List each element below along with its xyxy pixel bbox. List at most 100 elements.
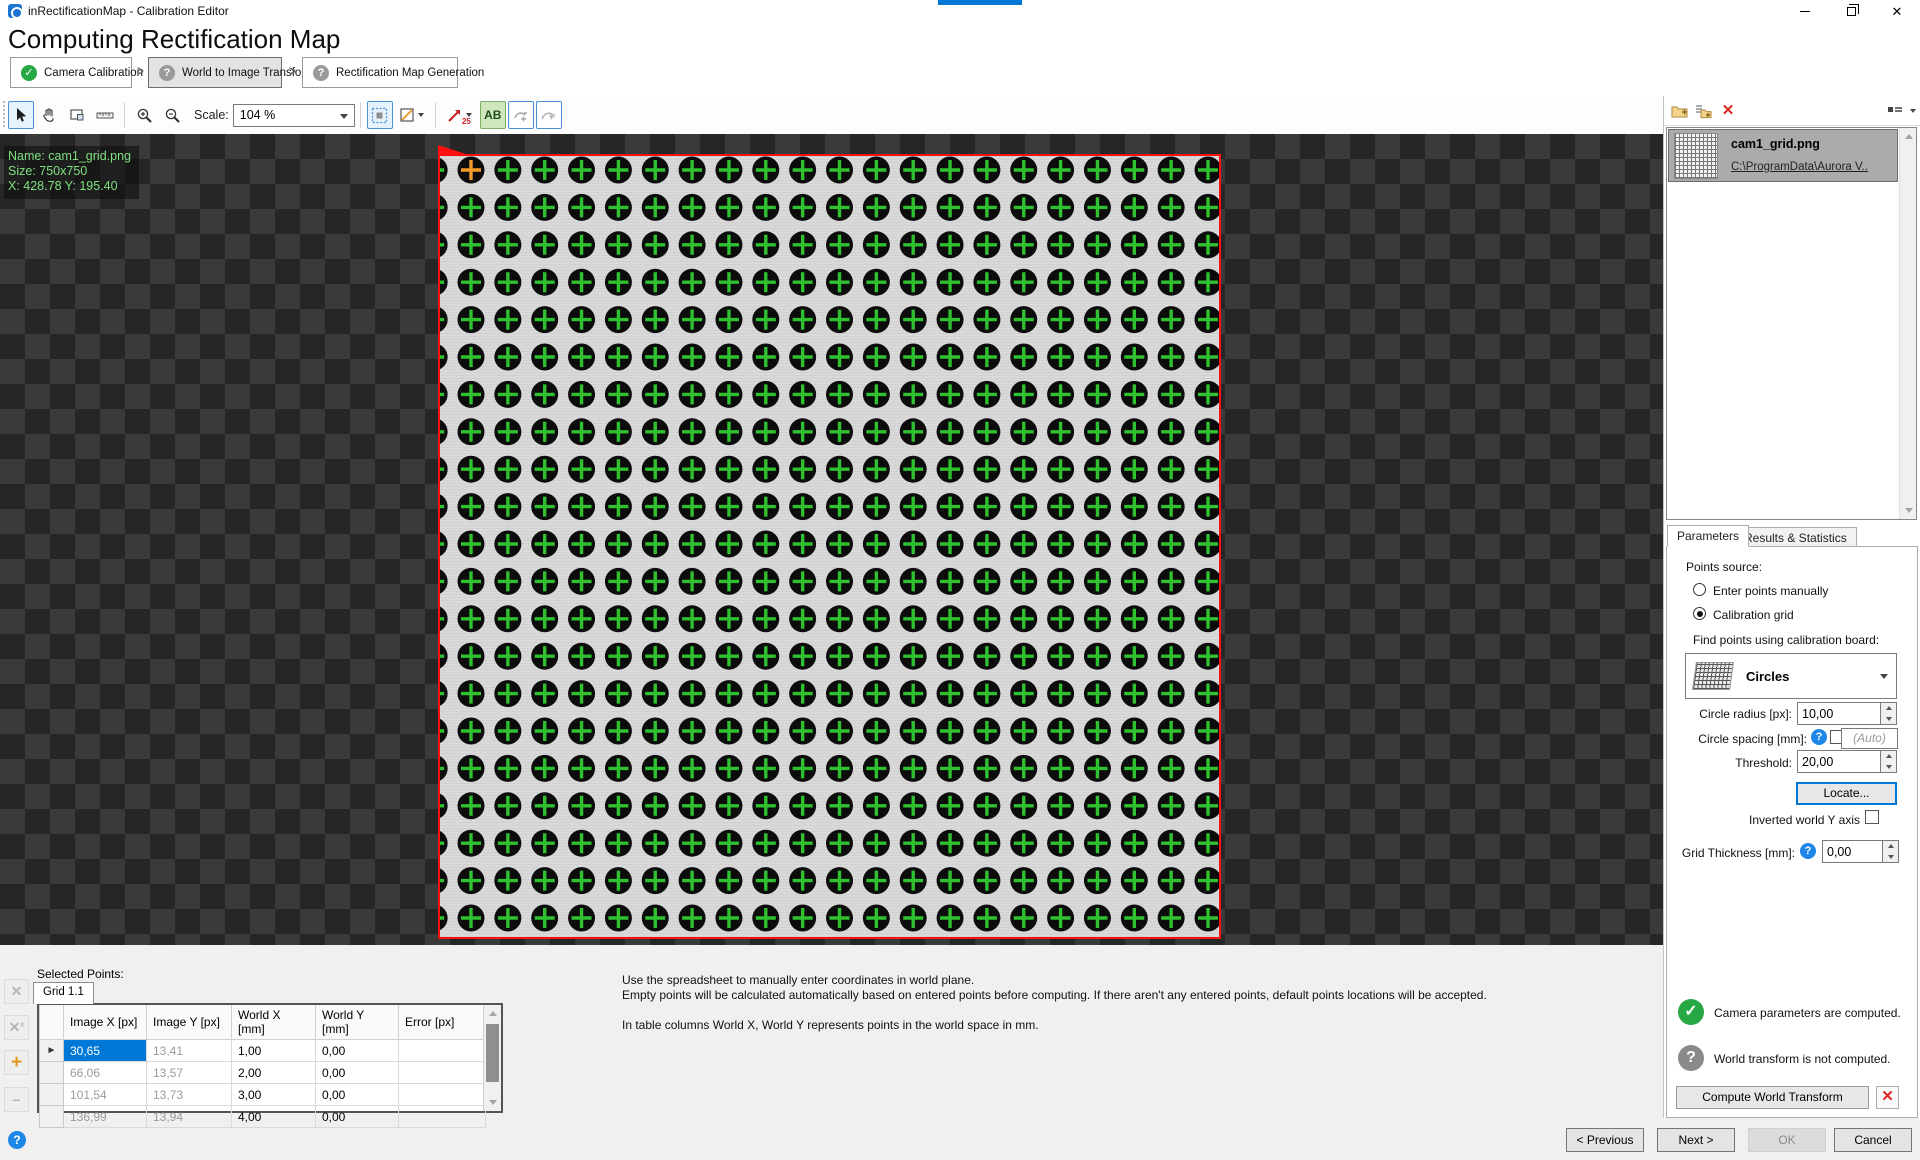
next-button[interactable]: Next >	[1657, 1128, 1735, 1152]
grid-thickness-help-icon[interactable]: ?	[1800, 843, 1816, 859]
image-file-list[interactable]: cam1_grid.png C:\ProgramData\Aurora V..	[1666, 127, 1917, 520]
col-world-y[interactable]: World Y [mm]	[316, 1005, 399, 1040]
table-scrollbar[interactable]	[483, 1005, 501, 1111]
remove-point-button[interactable]: −	[4, 1087, 29, 1112]
previous-button[interactable]: < Previous	[1566, 1128, 1644, 1152]
table-cell[interactable]: 101,54	[64, 1084, 147, 1106]
table-row[interactable]: ►30,6513,411,000,00	[40, 1040, 486, 1062]
table-cell[interactable]: 0,00	[316, 1084, 399, 1106]
file-list-scrollbar[interactable]	[1899, 128, 1916, 519]
zoom-out-icon	[164, 107, 181, 124]
edit-curve-button[interactable]	[536, 101, 562, 129]
delete-point-button[interactable]: ✕	[4, 979, 29, 1004]
zoom-in-button[interactable]	[131, 101, 157, 129]
spinner-buttons[interactable]	[1880, 702, 1897, 725]
col-world-x[interactable]: World X [mm]	[232, 1005, 316, 1040]
file-list-item-selected[interactable]: cam1_grid.png C:\ProgramData\Aurora V..	[1668, 129, 1898, 182]
angle-tool-button[interactable]: 25	[442, 101, 478, 129]
tab-rectification-map-generation[interactable]: ? Rectification Map Generation	[302, 57, 458, 88]
radio-enter-points-manually[interactable]	[1693, 583, 1706, 596]
add-curve-button[interactable]	[508, 101, 534, 129]
threshold-input[interactable]	[1797, 750, 1880, 773]
circle-spacing-auto-field[interactable]: (Auto)	[1841, 728, 1898, 749]
scroll-up-arrow[interactable]	[1900, 128, 1917, 145]
help-button[interactable]: ?	[8, 1131, 26, 1149]
table-cell[interactable]: 13,94	[147, 1106, 232, 1128]
table-cell[interactable]	[399, 1040, 486, 1062]
calibration-image[interactable]	[438, 154, 1221, 939]
scroll-thumb[interactable]	[486, 1024, 499, 1082]
table-cell[interactable]	[399, 1062, 486, 1084]
table-cell[interactable]: 0,00	[316, 1040, 399, 1062]
table-cell[interactable]: 30,65	[64, 1040, 147, 1062]
select-tool-button[interactable]	[8, 101, 34, 129]
board-type-combobox[interactable]: Circles	[1685, 653, 1897, 699]
table-cell[interactable]: 0,00	[316, 1106, 399, 1128]
grid-tab[interactable]: Grid 1.1	[33, 982, 94, 1004]
right-panel: ✕ cam1_grid.png C:\ProgramData\Aurora V.…	[1663, 96, 1920, 1118]
cancel-button[interactable]: Cancel	[1834, 1128, 1912, 1152]
row-header[interactable]: ►	[40, 1040, 64, 1062]
table-cell[interactable]	[399, 1106, 486, 1128]
table-cell[interactable]: 2,00	[232, 1062, 316, 1084]
minimize-button[interactable]	[1782, 0, 1828, 22]
ok-button[interactable]: OK	[1748, 1128, 1826, 1152]
table-cell[interactable]: 4,00	[232, 1106, 316, 1128]
row-header[interactable]	[40, 1106, 64, 1128]
add-image-series-button[interactable]	[1692, 99, 1716, 123]
remove-image-button[interactable]: ✕	[1716, 99, 1740, 123]
add-image-button[interactable]	[1668, 99, 1692, 123]
board-thumbnail-icon	[1692, 662, 1734, 690]
table-cell[interactable]: 136,99	[64, 1106, 147, 1128]
spinner-buttons[interactable]	[1882, 840, 1899, 863]
fit-to-view-button[interactable]	[367, 101, 393, 129]
table-cell[interactable]: 66,06	[64, 1062, 147, 1084]
scroll-down-arrow[interactable]	[1900, 502, 1917, 519]
table-row[interactable]: 101,5413,733,000,00	[40, 1084, 486, 1106]
col-image-y[interactable]: Image Y [px]	[147, 1005, 232, 1040]
table-cell[interactable]: 1,00	[232, 1040, 316, 1062]
table-cell[interactable]: 3,00	[232, 1084, 316, 1106]
delete-all-points-button[interactable]: ✕x	[4, 1015, 29, 1040]
table-row[interactable]: 136,9913,944,000,00	[40, 1106, 486, 1128]
col-error[interactable]: Error [px]	[399, 1005, 486, 1040]
table-row[interactable]: 66,0613,572,000,00	[40, 1062, 486, 1084]
measure-tool-button[interactable]	[92, 101, 118, 129]
table-cell[interactable]: 13,41	[147, 1040, 232, 1062]
inverted-y-checkbox[interactable]	[1865, 810, 1879, 824]
close-button[interactable]: ✕	[1874, 0, 1920, 22]
spinner-buttons[interactable]	[1880, 750, 1897, 773]
row-header[interactable]	[40, 1084, 64, 1106]
table-cell[interactable]: 13,57	[147, 1062, 232, 1084]
add-point-button[interactable]: +	[4, 1050, 29, 1075]
tab-parameters[interactable]: Parameters	[1667, 525, 1749, 547]
image-canvas[interactable]: Name: cam1_grid.png Size: 750x750 X: 428…	[0, 134, 1663, 945]
col-image-x[interactable]: Image X [px]	[64, 1005, 147, 1040]
scale-combobox[interactable]: 104 %	[233, 104, 355, 127]
toolbar-grip[interactable]	[2, 101, 7, 129]
circle-radius-input[interactable]	[1797, 702, 1880, 725]
restore-button[interactable]	[1828, 0, 1874, 22]
tab-results-statistics[interactable]: Results & Statistics	[1734, 527, 1857, 547]
row-header[interactable]	[40, 1062, 64, 1084]
scroll-up-arrow[interactable]	[484, 1005, 501, 1022]
locate-button[interactable]: Locate...	[1796, 782, 1897, 805]
labels-toggle-button[interactable]: AB	[480, 101, 506, 129]
table-cell[interactable]: 13,73	[147, 1084, 232, 1106]
table-cell[interactable]	[399, 1084, 486, 1106]
zoom-out-button[interactable]	[159, 101, 185, 129]
pan-tool-button[interactable]	[36, 101, 62, 129]
compute-world-transform-button[interactable]: Compute World Transform	[1676, 1086, 1869, 1109]
grid-thickness-input[interactable]	[1822, 840, 1882, 863]
region-tool-button[interactable]	[64, 101, 90, 129]
cancel-compute-button[interactable]: ✕	[1876, 1086, 1899, 1109]
file-path-link[interactable]: C:\ProgramData\Aurora V..	[1731, 161, 1868, 173]
scroll-down-arrow[interactable]	[484, 1094, 501, 1111]
table-cell[interactable]: 0,00	[316, 1062, 399, 1084]
tab-camera-calibration[interactable]: ✓ Camera Calibration	[10, 57, 132, 88]
crop-region-button[interactable]	[395, 101, 429, 129]
circle-spacing-help-icon[interactable]: ?	[1811, 729, 1827, 745]
radio-calibration-grid[interactable]	[1693, 607, 1706, 620]
view-mode-button[interactable]	[1883, 99, 1907, 123]
tab-world-to-image-transform[interactable]: ? World to Image Transform	[148, 57, 282, 88]
